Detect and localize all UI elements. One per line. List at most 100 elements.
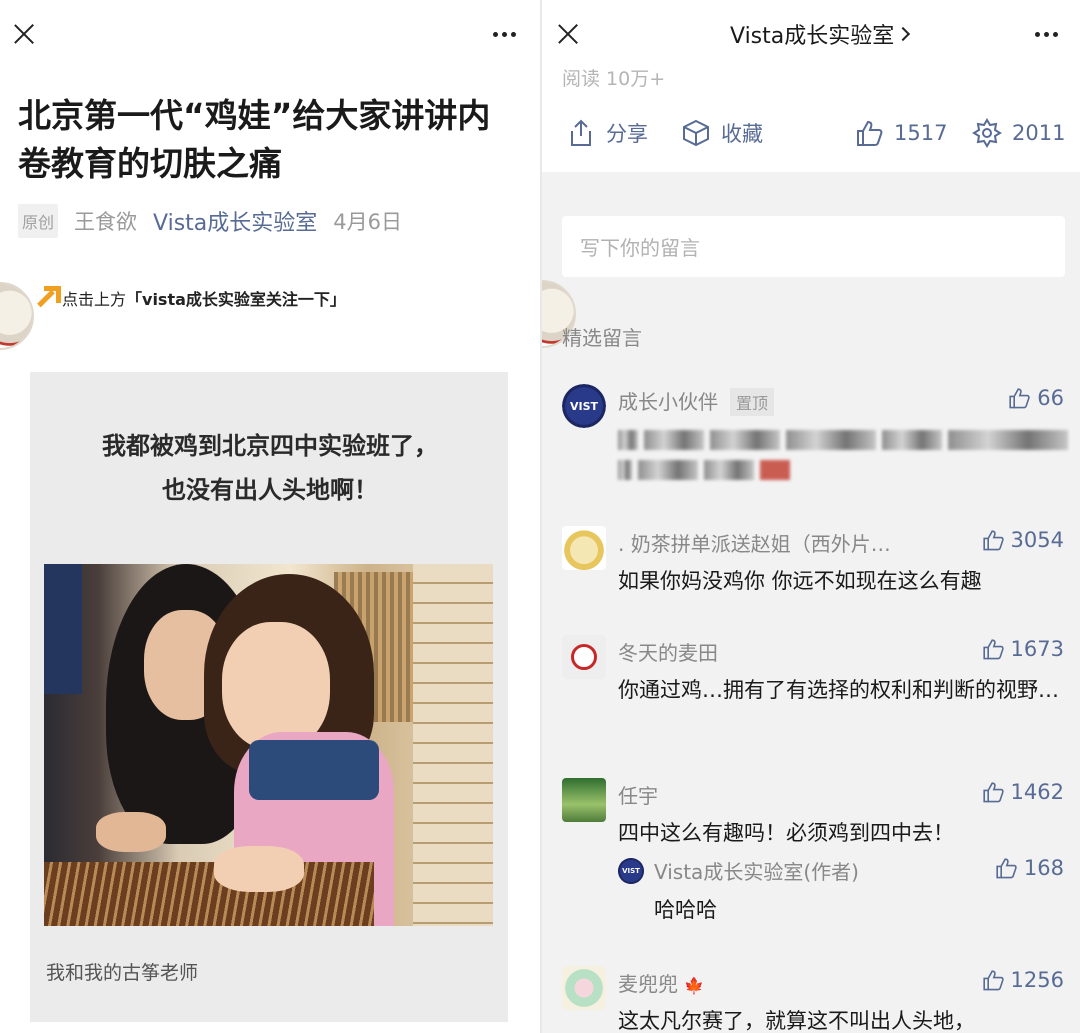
comments-panel: Vista成长实验室 阅读 10万+ 分享 收藏 1517 2011 写下你的留… <box>542 0 1080 1033</box>
article-panel: 北京第一代“鸡娃”给大家讲讲内卷教育的切肤之痛 原创 王食欲 Vista成长实验… <box>0 0 540 1033</box>
screenshot-root: 北京第一代“鸡娃”给大家讲讲内卷教育的切肤之痛 原创 王食欲 Vista成长实验… <box>0 0 1080 1033</box>
comment-like-button[interactable]: 66 <box>1007 386 1064 410</box>
comment-text: 如果你妈没鸡你 你远不如现在这么有趣 <box>618 569 982 593</box>
thumb-up-icon <box>982 530 1004 551</box>
photo-hand <box>214 846 304 892</box>
thumb-up-icon <box>857 120 883 146</box>
maple-leaf-icon: 🍁 <box>684 976 705 995</box>
publish-date: 4月6日 <box>333 210 402 234</box>
comment-like-count: 66 <box>1037 386 1064 410</box>
card-headline-line2: 也没有出人头地啊！ <box>162 476 378 504</box>
avatar[interactable] <box>562 526 606 570</box>
thumb-up-icon <box>982 639 1004 660</box>
pinned-badge: 置顶 <box>730 388 775 416</box>
comment-item: 任宇 1462 四中这么有趣吗！必须鸡到四中去！ VIST Vista成长实验室… <box>542 778 1080 938</box>
reply-like-button[interactable]: 168 <box>994 856 1064 880</box>
comment-like-count: 3054 <box>1010 528 1064 552</box>
comment-like-count: 1673 <box>1010 637 1064 661</box>
comment-author: 成长小伙伴 置顶 <box>618 386 775 416</box>
avatar[interactable]: VIST <box>618 858 644 884</box>
more-button[interactable] <box>1028 18 1064 50</box>
reply-text: 哈哈哈 <box>654 898 717 922</box>
comment-author-name: . 奶茶拼单派送赵姐（西外片… <box>618 532 891 556</box>
photo-guzheng <box>44 862 374 926</box>
follow-cta[interactable]: 「vista成长实验室关注一下」 <box>126 286 346 310</box>
comment-author-name: 任宇 <box>618 784 658 808</box>
card-headline: 我都被鸡到北京四中实验班了， 也没有出人头地啊！ <box>0 424 540 512</box>
comment-text: 你通过鸡…拥有了有选择的权利和判断的视野… <box>618 678 1059 702</box>
comment-input[interactable]: 写下你的留言 <box>562 216 1065 277</box>
thumb-up-icon <box>982 782 1004 803</box>
close-button[interactable] <box>552 16 584 52</box>
comment-text: 四中这么有趣吗！必须鸡到四中去！ <box>618 821 954 845</box>
favorite-button[interactable]: 收藏 <box>681 118 763 148</box>
photo-wall <box>413 564 493 926</box>
vista-logo-icon: VIST <box>562 384 606 428</box>
avatar[interactable] <box>562 966 606 1010</box>
comment-item: VIST 成长小伙伴 置顶 66 <box>542 384 1080 494</box>
comment-item: 冬天的麦田 1673 你通过鸡…拥有了有选择的权利和判断的视野… <box>542 635 1080 745</box>
arrow-up-icon <box>32 284 61 312</box>
thumb-up-icon <box>996 858 1017 879</box>
follow-prefix: 点击上方 <box>62 290 127 309</box>
share-icon <box>571 119 591 146</box>
original-badge: 原创 <box>18 204 59 238</box>
comment-author-name: 成长小伙伴 <box>618 390 718 414</box>
photo-girl-face <box>222 622 330 750</box>
photo-hand <box>96 812 166 852</box>
article-title: 北京第一代“鸡娃”给大家讲讲内卷教育的切肤之痛 <box>18 96 491 183</box>
author-reply: VIST Vista成长实验室(作者) 168 哈哈哈 <box>618 856 1080 928</box>
account-title-text: Vista成长实验室 <box>730 24 895 49</box>
author-name: 王食欲 <box>74 210 138 234</box>
close-icon <box>557 23 579 45</box>
like-count: 1517 <box>894 121 948 145</box>
article-meta: 原创 王食欲 Vista成长实验室 4月6日 <box>18 204 402 238</box>
comment-item: 麦兜兜 🍁 1256 这太凡尔赛了，就算这不叫出人头地， <box>542 966 1080 1033</box>
wow-icon <box>972 118 1002 148</box>
more-button[interactable] <box>486 18 522 50</box>
follow-prompt: 点击上方 「vista成长实验室关注一下」 <box>32 284 346 312</box>
favorite-icon <box>683 119 709 147</box>
more-icon <box>492 31 516 37</box>
article-photo[interactable] <box>44 564 493 926</box>
wow-count: 2011 <box>1012 121 1066 145</box>
like-button[interactable]: 1517 <box>854 118 947 148</box>
comment-author-name: 冬天的麦田 <box>618 641 718 665</box>
comments-header: Vista成长实验室 阅读 10万+ 分享 收藏 1517 2011 <box>542 0 1080 172</box>
share-label: 分享 <box>606 122 648 146</box>
reply-author-name: Vista成长实验室(作者) <box>654 860 859 884</box>
thumb-up-icon <box>982 970 1004 991</box>
selected-comments-label: 精选留言 <box>562 326 642 350</box>
comment-author-name: 麦兜兜 <box>618 972 678 996</box>
avatar[interactable] <box>562 778 606 822</box>
share-button[interactable]: 分享 <box>566 118 648 148</box>
close-icon <box>13 23 35 45</box>
account-title[interactable]: Vista成长实验室 <box>730 18 911 50</box>
comment-like-count: 1462 <box>1010 780 1064 804</box>
comment-like-button[interactable]: 1462 <box>981 780 1064 804</box>
favorite-label: 收藏 <box>721 122 763 146</box>
comment-author: 麦兜兜 🍁 <box>618 968 704 997</box>
close-button[interactable] <box>8 16 40 52</box>
comment-text: 这太凡尔赛了，就算这不叫出人头地， <box>618 1009 975 1033</box>
photo-window <box>44 564 82 694</box>
comment-text-blurred <box>618 422 1068 490</box>
comment-like-button[interactable]: 3054 <box>981 528 1064 552</box>
mascot-avatar <box>0 282 36 352</box>
comment-like-button[interactable]: 1256 <box>981 968 1064 992</box>
card-headline-line1: 我都被鸡到北京四中实验班了， <box>102 432 438 460</box>
comment-like-button[interactable]: 1673 <box>981 637 1064 661</box>
comment-item: . 奶茶拼单派送赵姐（西外片… 3054 如果你妈没鸡你 你远不如现在这么有趣 <box>542 526 1080 606</box>
wow-button[interactable]: 2011 <box>972 118 1065 148</box>
thumb-up-icon <box>1009 388 1030 409</box>
photo-dress-top <box>249 740 379 800</box>
avatar[interactable] <box>562 635 606 679</box>
vista-logo-icon: VIST <box>618 858 644 884</box>
more-icon <box>1034 31 1058 37</box>
reply-like-count: 168 <box>1023 856 1064 880</box>
read-count: 阅读 10万+ <box>562 68 666 90</box>
account-link[interactable]: Vista成长实验室 <box>153 205 317 237</box>
comment-like-count: 1256 <box>1010 968 1064 992</box>
avatar[interactable]: VIST <box>562 384 606 428</box>
photo-caption: 我和我的古筝老师 <box>46 962 199 984</box>
